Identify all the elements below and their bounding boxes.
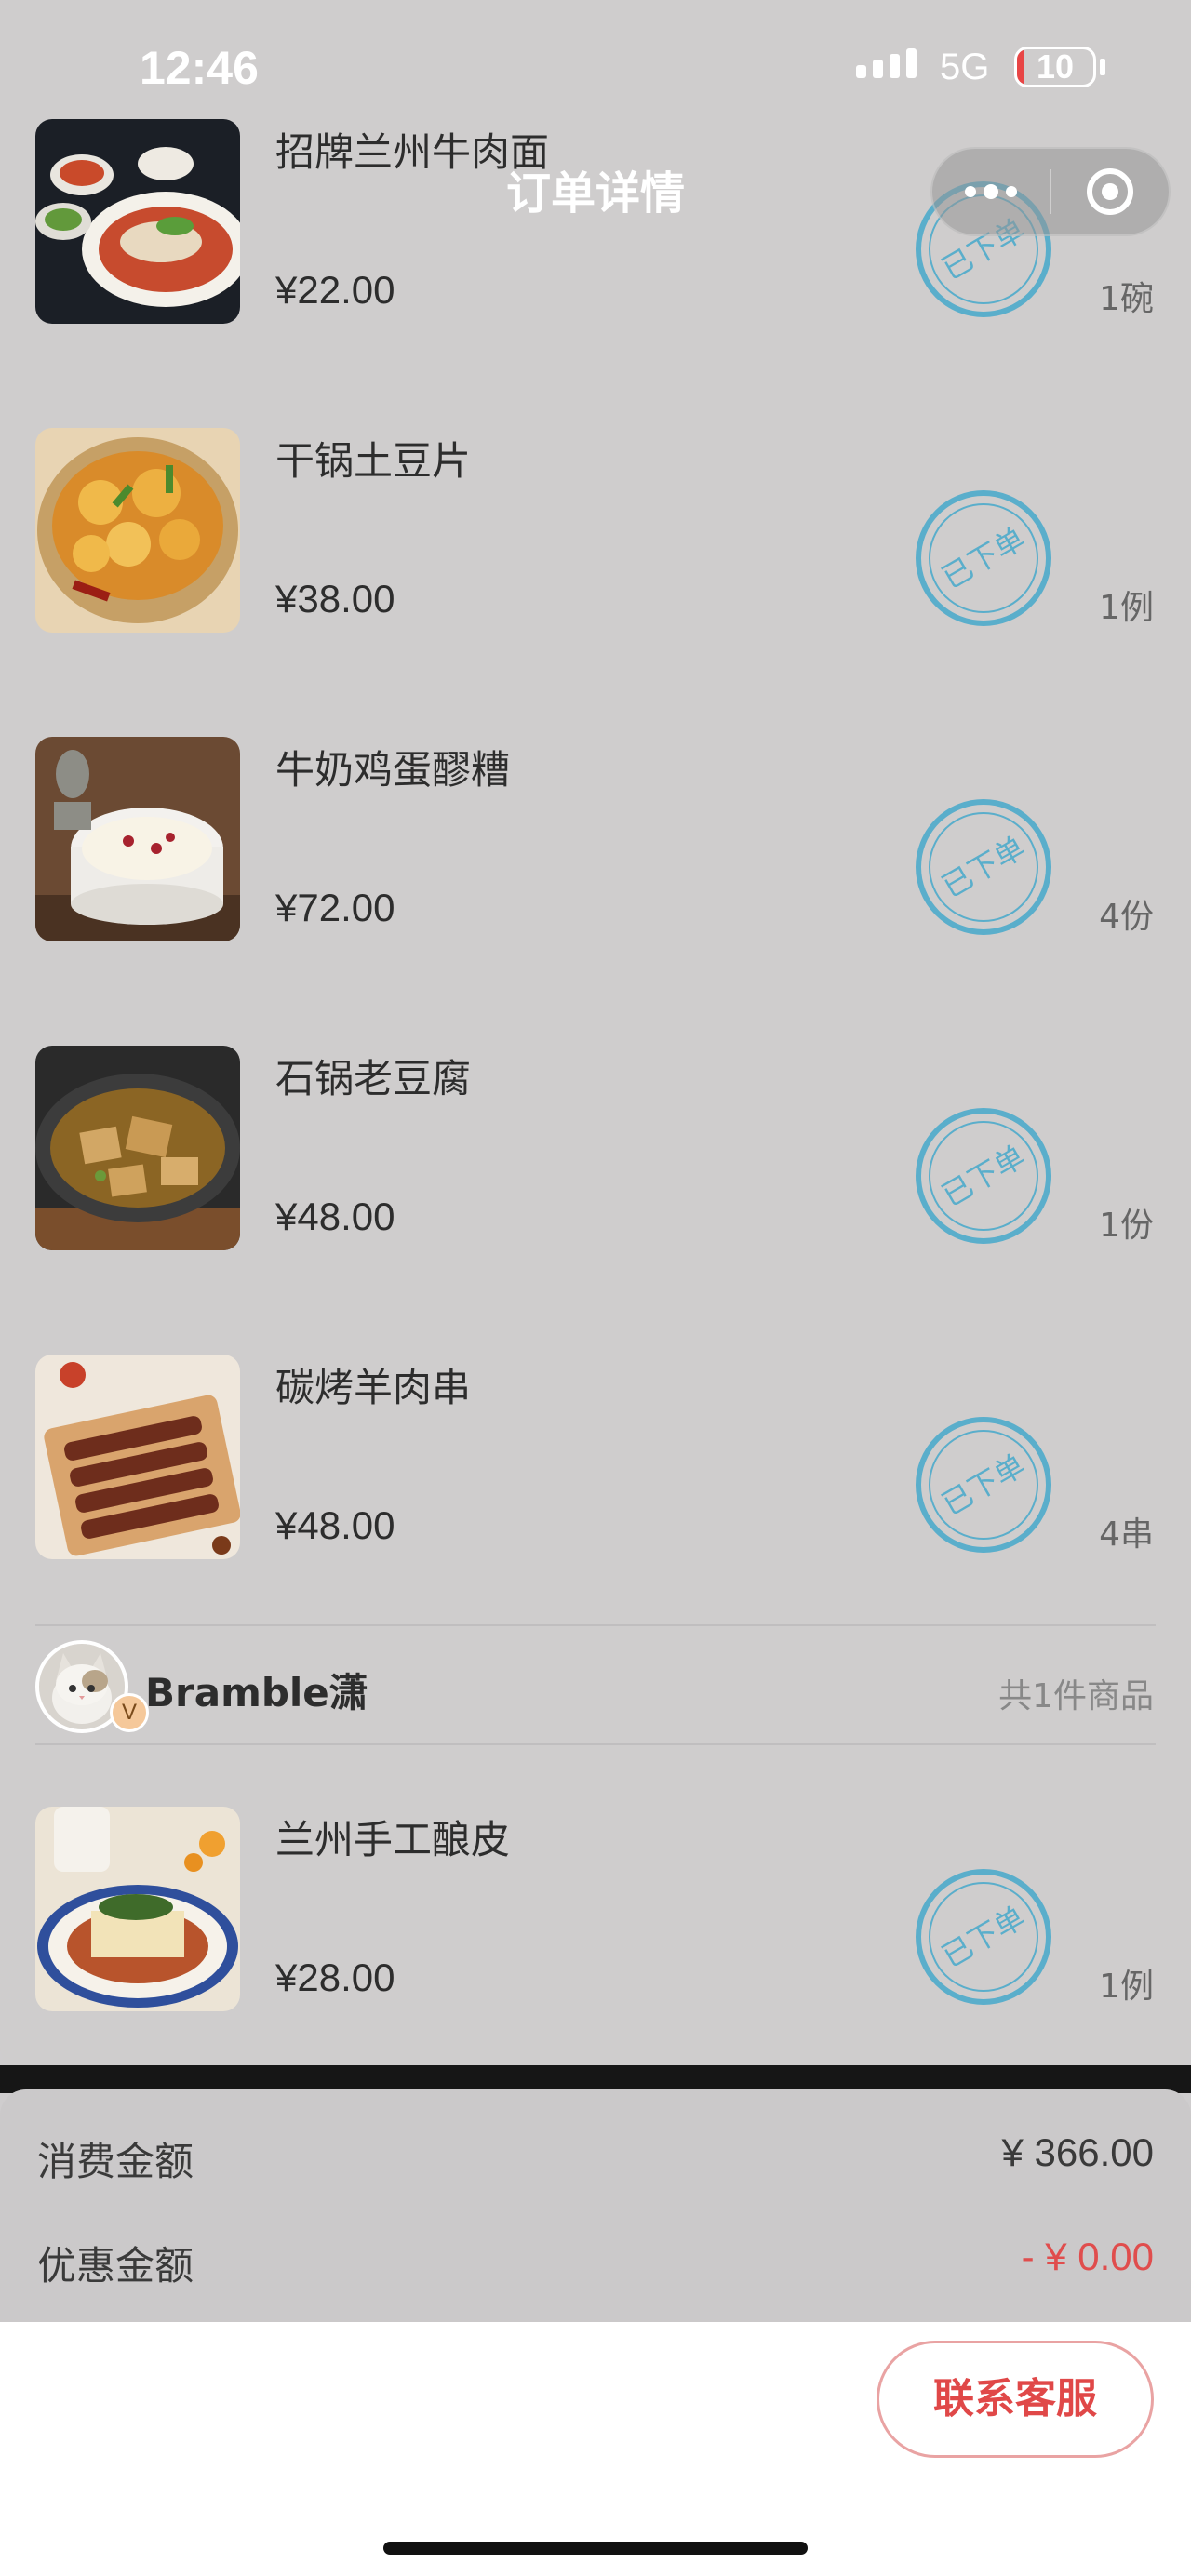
user-group-header: V Bramble潇 共1件商品	[0, 1637, 1191, 1740]
item-price: ¥28.00	[275, 1955, 395, 1999]
dish-image-stone-pot-tofu	[35, 1046, 240, 1250]
divider	[35, 1624, 1156, 1626]
item-quantity: 1例	[1099, 589, 1154, 627]
more-dots-icon	[965, 184, 1017, 199]
close-target-icon	[1086, 168, 1133, 215]
dish-image-dry-pot-potato	[35, 428, 240, 633]
total-value: ¥ 366.00	[1001, 2130, 1155, 2174]
item-quantity: 1份	[1099, 1207, 1154, 1245]
item-quantity: 4串	[1099, 1515, 1154, 1554]
item-price: ¥38.00	[275, 577, 395, 621]
list-item[interactable]: 牛奶鸡蛋醪糟 ¥72.00 4份 已下单	[0, 737, 1191, 941]
list-item[interactable]: 干锅土豆片 ¥38.00 1例 已下单	[0, 428, 1191, 633]
list-item[interactable]: 石锅老豆腐 ¥48.00 1份 已下单	[0, 1046, 1191, 1250]
dish-image-beef-noodle	[35, 119, 240, 324]
contact-service-button[interactable]: 联系客服	[877, 2341, 1154, 2458]
item-quantity: 1例	[1099, 1968, 1154, 2006]
item-price: ¥72.00	[275, 886, 395, 929]
svg-text:已下单: 已下单	[936, 1448, 1031, 1523]
status-bar: 12:46 5G 10	[0, 0, 1191, 140]
discount-label: 优惠金额	[37, 2243, 194, 2289]
item-price: ¥48.00	[275, 1503, 395, 1547]
bottom-action-bar: 联系客服	[0, 2322, 1191, 2576]
svg-text:已下单: 已下单	[936, 1139, 1031, 1214]
ordered-stamp-icon: 已下单	[916, 799, 1051, 935]
network-type: 5G	[940, 47, 990, 87]
divider	[35, 1743, 1156, 1745]
more-button[interactable]	[932, 147, 1050, 236]
dish-image-lamb-skewers	[35, 1355, 240, 1559]
item-price: ¥22.00	[275, 268, 395, 312]
item-name: 干锅土豆片	[275, 438, 472, 484]
item-quantity: 4份	[1099, 898, 1154, 936]
item-name: 兰州手工酿皮	[275, 1817, 511, 1862]
item-count-label: 共1件商品	[998, 1677, 1154, 1715]
order-items-card: 招牌兰州牛肉面 ¥22.00 1碗 已下单 干锅土豆片 ¥38.00 1例 已下…	[0, 0, 1191, 2073]
item-quantity: 1碗	[1099, 280, 1154, 318]
dish-image-cold-noodle-skin	[35, 1807, 240, 2011]
order-summary: 消费金额 ¥ 366.00 优惠金额 - ¥ 0.00	[0, 2089, 1191, 2322]
user-name: Bramble潇	[145, 1670, 368, 1715]
battery-tip	[1100, 59, 1105, 75]
home-indicator[interactable]	[383, 2542, 808, 2555]
list-item[interactable]: 碳烤羊肉串 ¥48.00 4串 已下单	[0, 1355, 1191, 1559]
total-label: 消费金额	[37, 2139, 194, 2184]
list-item[interactable]: 兰州手工酿皮 ¥28.00 1例 已下单	[0, 1807, 1191, 2011]
svg-text:已下单: 已下单	[936, 1900, 1031, 1975]
status-time: 12:46	[140, 42, 259, 94]
item-name: 牛奶鸡蛋醪糟	[275, 747, 511, 793]
close-mini-program-button[interactable]	[1051, 147, 1169, 236]
discount-value: - ¥ 0.00	[1021, 2235, 1154, 2278]
signal-icon	[856, 48, 917, 78]
dish-image-rice-wine	[35, 737, 240, 941]
ordered-stamp-icon: 已下单	[916, 1108, 1051, 1244]
mini-program-capsule	[930, 147, 1171, 236]
ordered-stamp-icon: 已下单	[916, 1869, 1051, 2005]
item-name: 石锅老豆腐	[275, 1056, 472, 1101]
battery-icon: 10	[1014, 47, 1096, 87]
ordered-stamp-icon: 已下单	[916, 1417, 1051, 1553]
ordered-stamp-icon: 已下单	[916, 490, 1051, 626]
item-name: 碳烤羊肉串	[275, 1365, 472, 1410]
svg-text:已下单: 已下单	[936, 830, 1031, 905]
vip-badge: V	[110, 1693, 149, 1732]
item-price: ¥48.00	[275, 1195, 395, 1238]
svg-text:已下单: 已下单	[936, 521, 1031, 596]
